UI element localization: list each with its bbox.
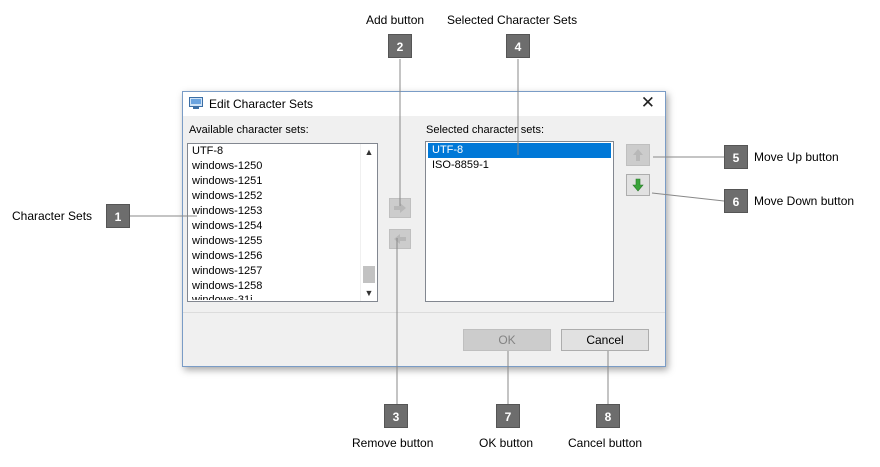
- selected-sets-label: Selected character sets:: [426, 124, 545, 136]
- available-sets-label: Available character sets:: [189, 124, 309, 136]
- list-item[interactable]: windows-1250: [188, 159, 377, 174]
- list-item[interactable]: windows-1253: [188, 204, 377, 219]
- arrow-left-icon: [394, 234, 406, 244]
- close-icon[interactable]: ✕: [641, 94, 655, 112]
- scroll-down-icon[interactable]: ▼: [361, 285, 377, 301]
- list-item[interactable]: UTF-8: [188, 144, 377, 159]
- ok-button[interactable]: OK: [463, 329, 551, 351]
- callout-badge-1: 1: [106, 204, 130, 228]
- available-charsets-list[interactable]: UTF-8 windows-1250 windows-1251 windows-125…: [187, 143, 378, 302]
- callout-label-ok-button: OK button: [479, 436, 534, 450]
- list-item[interactable]: ISO-8859-1: [428, 158, 611, 173]
- arrow-down-icon: [632, 178, 644, 192]
- add-button[interactable]: [389, 198, 411, 218]
- list-item[interactable]: windows-1256: [188, 249, 377, 264]
- move-up-button[interactable]: [626, 144, 650, 166]
- list-item[interactable]: windows-1255: [188, 234, 377, 249]
- list-item[interactable]: windows-1257: [188, 264, 377, 279]
- list-item[interactable]: windows-1254: [188, 219, 377, 234]
- callout-label-cancel-button: Cancel button: [568, 436, 643, 450]
- list-item[interactable]: windows-31j: [188, 294, 377, 300]
- available-list-scrollbar[interactable]: ▲ ▼: [360, 144, 377, 301]
- button-bar-separator: [183, 312, 665, 313]
- callout-label-move-down: Move Down button: [754, 194, 855, 208]
- callout-badge-8: 8: [596, 404, 620, 428]
- arrow-right-icon: [394, 203, 406, 213]
- window-icon: [189, 97, 203, 109]
- scroll-up-icon[interactable]: ▲: [361, 144, 377, 160]
- selected-charsets-list[interactable]: UTF-8 ISO-8859-1: [425, 141, 614, 302]
- arrow-up-icon: [633, 149, 643, 161]
- callout-label-move-up: Move Up button: [754, 150, 839, 164]
- callout-badge-5: 5: [724, 145, 748, 169]
- list-item[interactable]: windows-1252: [188, 189, 377, 204]
- dialog-title: Edit Character Sets: [209, 97, 314, 111]
- cancel-button[interactable]: Cancel: [561, 329, 649, 351]
- callout-label-character-sets: Character Sets: [12, 209, 93, 223]
- callout-badge-7: 7: [496, 404, 520, 428]
- title-bar: Edit Character Sets ✕: [183, 92, 665, 116]
- list-item[interactable]: windows-1251: [188, 174, 377, 189]
- callout-badge-6: 6: [724, 189, 748, 213]
- callout-badge-3: 3: [384, 404, 408, 428]
- scroll-thumb[interactable]: [363, 266, 375, 283]
- callout-badge-4: 4: [506, 34, 530, 58]
- move-down-button[interactable]: [626, 174, 650, 196]
- callout-label-add-button: Add button: [366, 13, 425, 27]
- callout-badge-2: 2: [388, 34, 412, 58]
- edit-character-sets-dialog: Edit Character Sets ✕ Available characte…: [182, 91, 666, 367]
- list-item[interactable]: windows-1258: [188, 279, 377, 294]
- callout-label-remove-button: Remove button: [352, 436, 434, 450]
- callout-label-selected-sets: Selected Character Sets: [447, 13, 578, 27]
- remove-button[interactable]: [389, 229, 411, 249]
- list-item[interactable]: UTF-8: [428, 143, 611, 158]
